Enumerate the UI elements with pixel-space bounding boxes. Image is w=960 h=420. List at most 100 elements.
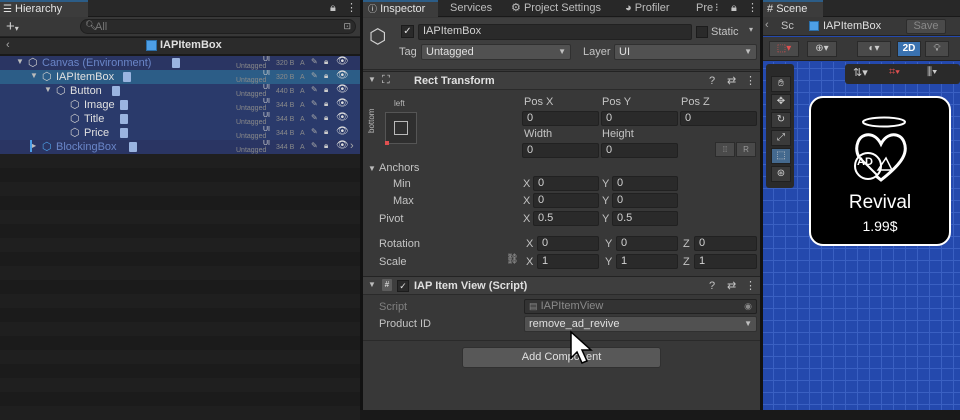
help-icon[interactable]: ? (709, 75, 715, 88)
lock-icon[interactable]: 🔒︎ (330, 2, 336, 15)
raw-edit-button[interactable]: R (736, 142, 756, 157)
min-x-field[interactable]: 0 (533, 176, 599, 191)
more-menu-icon[interactable]: ⋮ (747, 2, 758, 15)
lock-icon[interactable]: 🔒︎ (324, 113, 328, 123)
layer-dropdown[interactable]: UI ▼ (614, 44, 757, 60)
object-picker-icon[interactable]: ◉ (744, 300, 752, 313)
tab-scene[interactable]: # Scene (763, 0, 823, 17)
object-name-field[interactable]: IAPItemBox (418, 24, 692, 40)
product-id-dropdown[interactable]: remove_ad_revive ▼ (524, 316, 757, 332)
max-y-field[interactable]: 0 (612, 193, 678, 208)
expand-arrow-icon[interactable]: ▼ (30, 71, 38, 80)
chevron-right-icon[interactable]: › (350, 140, 354, 152)
preset-icon[interactable]: ⇄ (727, 280, 736, 293)
add-button[interactable]: +▾ (6, 18, 19, 35)
shading-button[interactable]: ◐▾ (857, 41, 891, 57)
lighting-button[interactable]: 💡︎ (925, 41, 949, 57)
pivot-x-field[interactable]: 0.5 (533, 211, 599, 226)
anchor-presets-button[interactable] (385, 112, 417, 145)
pos-y-field[interactable]: 0 (601, 111, 678, 126)
tag-dropdown[interactable]: Untagged ▼ (421, 44, 571, 60)
iap-item-view-header[interactable]: ▼ # ✓ IAP Item View (Script) ? ⇄ ⋮ (363, 276, 760, 295)
pencil-icon[interactable]: ✎ (311, 85, 318, 94)
hierarchy-row[interactable]: ▼ ⬡ Button 440 B UI Untagged A ✎ 🔒︎ 👁︎ (0, 84, 360, 98)
hierarchy-row[interactable]: ▶ ⬡ BlockingBox 344 B UI Untagged A ✎ 🔒︎ 👁︎ › (0, 140, 360, 154)
tabs-overflow-icon[interactable]: ⁝ (715, 2, 719, 15)
snap-increment-icon[interactable]: ⫼▾ (927, 66, 937, 79)
search-input[interactable]: 🔍︎ All ⊡ (80, 19, 356, 34)
pos-z-field[interactable]: 0 (680, 111, 757, 126)
scale-y-field[interactable]: 1 (616, 254, 678, 269)
rot-y-field[interactable]: 0 (616, 236, 678, 251)
width-field[interactable]: 0 (522, 143, 599, 158)
back-arrow-icon[interactable]: ‹ (6, 39, 10, 51)
add-component-button[interactable]: Add Component (462, 347, 661, 368)
max-x-field[interactable]: 0 (533, 193, 599, 208)
pivot-y-field[interactable]: 0.5 (612, 211, 678, 226)
tab-services[interactable]: Services (450, 0, 492, 17)
lock-icon[interactable]: 🔒︎ (324, 57, 328, 67)
back-arrow-icon[interactable]: ‹ (765, 19, 769, 31)
gizmo-toggle-icon[interactable]: ⌗▾ (889, 66, 900, 79)
lock-icon[interactable]: 🔒︎ (731, 2, 737, 15)
rect-transform-header[interactable]: ▼ ⛶ Rect Transform ? ⇄ ⋮ (363, 71, 760, 90)
pencil-icon[interactable]: ✎ (311, 57, 318, 66)
tab-inspector[interactable]: ⓘ Inspector (363, 0, 438, 17)
scene-search-icon[interactable]: ⊡ (343, 20, 351, 33)
min-y-field[interactable]: 0 (612, 176, 678, 191)
preset-icon[interactable]: ⇄ (727, 75, 736, 88)
tab-project-settings[interactable]: ⚙ Project Settings (511, 0, 601, 17)
view-tool-icon[interactable]: ⇅▾ (853, 66, 868, 79)
lock-icon[interactable]: 🔒︎ (324, 127, 328, 137)
hierarchy-row[interactable]: ▼ ⬡ IAPItemBox 320 B UI Untagged A ✎ 🔒︎ 👁︎ (0, 70, 360, 84)
pencil-icon[interactable]: ✎ (311, 71, 318, 80)
height-field[interactable]: 0 (601, 143, 678, 158)
scale-tool-icon[interactable]: ⤢ (771, 130, 791, 146)
visibility-eye-icon[interactable]: 👁︎ (336, 84, 349, 95)
more-menu-icon[interactable]: ⋮ (346, 2, 357, 15)
pencil-icon[interactable]: ✎ (311, 141, 318, 150)
lock-icon[interactable]: 🔒︎ (324, 85, 328, 95)
visibility-eye-icon[interactable]: 👁︎ (336, 98, 349, 109)
pos-x-field[interactable]: 0 (522, 111, 599, 126)
move-tool-icon[interactable]: ✥ (771, 94, 791, 110)
anchors-foldout-icon[interactable]: ▼ (368, 164, 376, 173)
scale-x-field[interactable]: 1 (537, 254, 599, 269)
hierarchy-row[interactable]: ⬡ Price 344 B UI Untagged A ✎ 🔒︎ 👁︎ (0, 126, 360, 140)
hierarchy-row[interactable]: ⬡ Image 344 B UI Untagged A ✎ 🔒︎ 👁︎ (0, 98, 360, 112)
save-button[interactable]: Save (906, 19, 946, 34)
component-menu-icon[interactable]: ⋮ (745, 75, 756, 88)
render-mode-button[interactable]: ⊕▾ (807, 41, 837, 57)
visibility-eye-icon[interactable]: 👁︎ (336, 56, 349, 67)
static-checkbox[interactable] (696, 26, 708, 38)
visibility-eye-icon[interactable]: 👁︎ (336, 70, 349, 81)
component-menu-icon[interactable]: ⋮ (745, 280, 756, 293)
rot-z-field[interactable]: 0 (694, 236, 757, 251)
tab-profiler[interactable]: ◕ Profiler (625, 0, 670, 17)
component-enabled-checkbox[interactable]: ✓ (397, 280, 409, 292)
draw-mode-button[interactable]: ⬚▾ (769, 41, 799, 57)
help-icon[interactable]: ? (709, 280, 715, 293)
hierarchy-row[interactable]: ▼ ⬡ Canvas (Environment) 320 B UI Untagged A ✎ 🔒… (0, 56, 360, 70)
constrain-proportions-icon[interactable]: ⛓ (506, 254, 519, 265)
hierarchy-row[interactable]: ⬡ Title 344 B UI Untagged A ✎ 🔒︎ 👁︎ (0, 112, 360, 126)
visibility-eye-icon[interactable]: 👁︎ (336, 126, 349, 137)
scale-z-field[interactable]: 1 (694, 254, 757, 269)
expand-arrow-icon[interactable]: ▼ (16, 57, 24, 66)
rotate-tool-icon[interactable]: ↻ (771, 112, 791, 128)
hand-tool-icon[interactable]: ✋︎ (771, 76, 791, 92)
transform-tool-icon[interactable]: ⊛ (771, 166, 791, 182)
mode-2d-button[interactable]: 2D (897, 41, 921, 57)
expand-arrow-icon[interactable]: ▼ (44, 85, 52, 94)
lock-icon[interactable]: 🔒︎ (324, 71, 328, 81)
lock-icon[interactable]: 🔒︎ (324, 141, 328, 151)
tab-hierarchy[interactable]: ☰ Hierarchy (0, 0, 88, 17)
lock-icon[interactable]: 🔒︎ (324, 99, 328, 109)
tab-preview[interactable]: Pre (696, 0, 713, 17)
rot-x-field[interactable]: 0 (537, 236, 599, 251)
visibility-eye-icon[interactable]: 👁︎ (336, 112, 349, 123)
static-dropdown-icon[interactable]: ▾ (749, 25, 753, 34)
rect-tool-icon[interactable]: ⬚ (771, 148, 791, 164)
pencil-icon[interactable]: ✎ (311, 127, 318, 136)
blueprint-mode-button[interactable]: ⁞⁞ (715, 142, 735, 157)
